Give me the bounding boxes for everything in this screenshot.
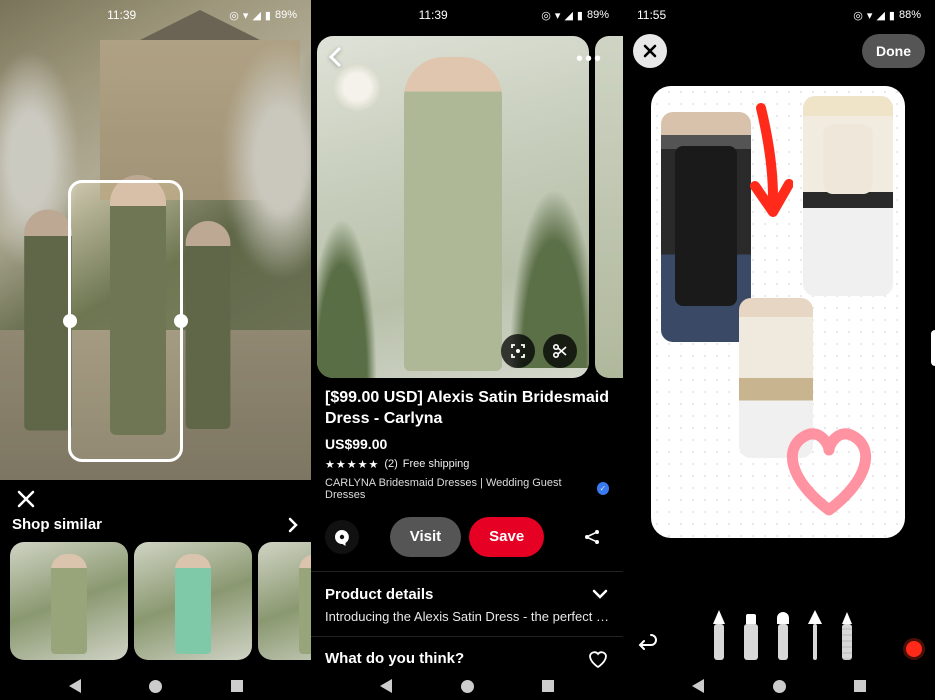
- share-button[interactable]: [575, 520, 609, 554]
- screen-visual-search: 11:39 ◎ ▾ ◢ ▮ 89% Shop similar: [0, 0, 311, 700]
- product-details-preview: Introducing the Alexis Satin Dress - the…: [325, 609, 609, 624]
- pin-hero-image[interactable]: [317, 36, 589, 378]
- source-photo[interactable]: [0, 0, 311, 480]
- wifi-icon: ▾: [867, 9, 873, 22]
- result-thumbnail[interactable]: [258, 542, 311, 660]
- verified-badge-icon: ✓: [597, 482, 609, 495]
- battery-percent: 88%: [899, 9, 921, 21]
- battery-percent: 89%: [275, 9, 297, 21]
- cutout-image[interactable]: [803, 96, 893, 296]
- visit-button[interactable]: Visit: [390, 517, 461, 557]
- nfc-icon: ◎: [541, 9, 551, 22]
- wifi-icon: ▾: [243, 9, 249, 22]
- brush-picker: [711, 610, 855, 660]
- nav-back-icon[interactable]: [69, 679, 81, 693]
- shipping-label: Free shipping: [403, 458, 470, 470]
- nav-recents-icon[interactable]: [231, 680, 243, 692]
- drawn-arrow[interactable]: [743, 98, 793, 228]
- result-thumbnail[interactable]: [134, 542, 252, 660]
- wifi-icon: ▾: [555, 9, 561, 22]
- battery-icon: ▮: [265, 9, 271, 22]
- drawn-heart[interactable]: [769, 410, 889, 530]
- reaction-prompt: What do you think?: [325, 650, 464, 667]
- brush-marker[interactable]: [743, 614, 759, 660]
- canvas-side-handle[interactable]: [931, 330, 935, 366]
- product-details-heading: Product details: [325, 586, 433, 603]
- cutout-scissors-button[interactable]: [543, 334, 577, 368]
- shop-similar-chevron-icon[interactable]: [287, 517, 299, 533]
- nav-recents-icon[interactable]: [542, 680, 554, 692]
- cutout-image[interactable]: [661, 112, 751, 342]
- screen-collage-editor: 11:55 ◎ ▾ ◢ ▮ 88% Done: [623, 0, 935, 700]
- battery-icon: ▮: [577, 9, 583, 22]
- color-picker-button[interactable]: [903, 638, 925, 660]
- status-bar: 11:39 ◎ ▾ ◢ ▮ 89%: [311, 0, 623, 30]
- android-nav-bar: [0, 672, 311, 700]
- collage-canvas[interactable]: [651, 86, 905, 538]
- review-count: (2): [384, 458, 397, 470]
- shop-similar-heading: Shop similar: [12, 516, 102, 533]
- nav-recents-icon[interactable]: [854, 680, 866, 692]
- similar-results-strip[interactable]: [10, 542, 311, 662]
- heart-icon[interactable]: [587, 649, 609, 669]
- vendor-name[interactable]: CARLYNA Bridesmaid Dresses | Wedding Gue…: [325, 477, 593, 501]
- android-nav-bar: [311, 672, 623, 700]
- signal-icon: ◢: [252, 9, 260, 22]
- rating-stars-icon: ★★★★★: [325, 458, 379, 471]
- android-nav-bar: [623, 672, 935, 700]
- comment-button[interactable]: [325, 520, 359, 554]
- back-button[interactable]: [325, 46, 347, 68]
- save-button[interactable]: Save: [469, 517, 544, 557]
- status-time: 11:55: [637, 8, 666, 22]
- status-time: 11:39: [419, 8, 448, 22]
- status-bar: 11:55 ◎ ▾ ◢ ▮ 88%: [623, 0, 935, 30]
- pin-title: [$99.00 USD] Alexis Satin Bridesmaid Dre…: [325, 388, 609, 430]
- nav-back-icon[interactable]: [692, 679, 704, 693]
- brush-highlighter[interactable]: [775, 612, 791, 660]
- brush-pencil[interactable]: [839, 612, 855, 660]
- crop-handle-right[interactable]: [174, 314, 188, 328]
- visual-search-button[interactable]: [501, 334, 535, 368]
- nav-home-icon[interactable]: [773, 680, 786, 693]
- battery-icon: ▮: [889, 9, 895, 22]
- nfc-icon: ◎: [853, 9, 863, 22]
- status-bar: 11:39 ◎ ▾ ◢ ▮ 89%: [0, 0, 311, 30]
- crop-handle-left[interactable]: [63, 314, 77, 328]
- result-thumbnail[interactable]: [10, 542, 128, 660]
- done-button[interactable]: Done: [862, 34, 925, 68]
- battery-percent: 89%: [587, 9, 609, 21]
- next-pin-peek[interactable]: [595, 36, 623, 378]
- close-button[interactable]: [12, 485, 40, 513]
- pin-price: US$99.00: [325, 436, 609, 452]
- nav-home-icon[interactable]: [149, 680, 162, 693]
- undo-button[interactable]: [633, 630, 663, 660]
- brush-pen[interactable]: [711, 610, 727, 660]
- nfc-icon: ◎: [229, 9, 239, 22]
- screen-pin-detail: 11:39 ◎ ▾ ◢ ▮ 89% •••: [311, 0, 623, 700]
- signal-icon: ◢: [564, 9, 572, 22]
- chevron-down-icon[interactable]: [591, 588, 609, 600]
- nav-back-icon[interactable]: [380, 679, 392, 693]
- nav-home-icon[interactable]: [461, 680, 474, 693]
- close-button[interactable]: [633, 34, 667, 68]
- brush-arrow[interactable]: [807, 610, 823, 660]
- signal-icon: ◢: [876, 9, 884, 22]
- product-details-section[interactable]: Product details Introducing the Alexis S…: [311, 572, 623, 634]
- crop-selection[interactable]: [68, 180, 183, 462]
- status-time: 11:39: [107, 8, 136, 22]
- overflow-menu-button[interactable]: •••: [576, 48, 603, 71]
